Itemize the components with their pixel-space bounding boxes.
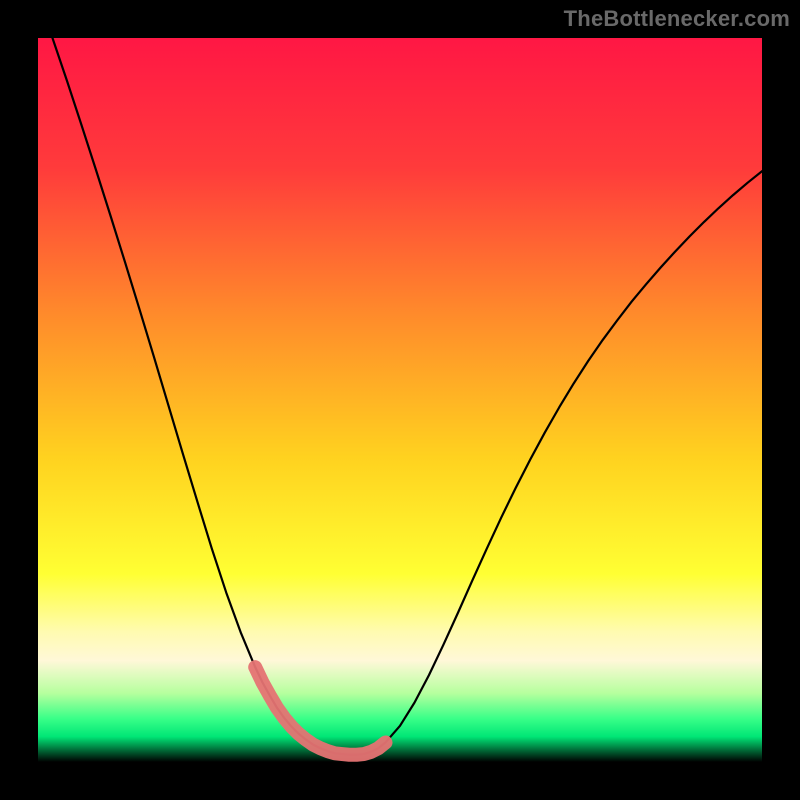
plot-background-gradient [38, 38, 762, 762]
chart-stage: TheBottlenecker.com [0, 0, 800, 800]
watermark-text: TheBottlenecker.com [564, 6, 790, 32]
bottleneck-chart [0, 0, 800, 800]
